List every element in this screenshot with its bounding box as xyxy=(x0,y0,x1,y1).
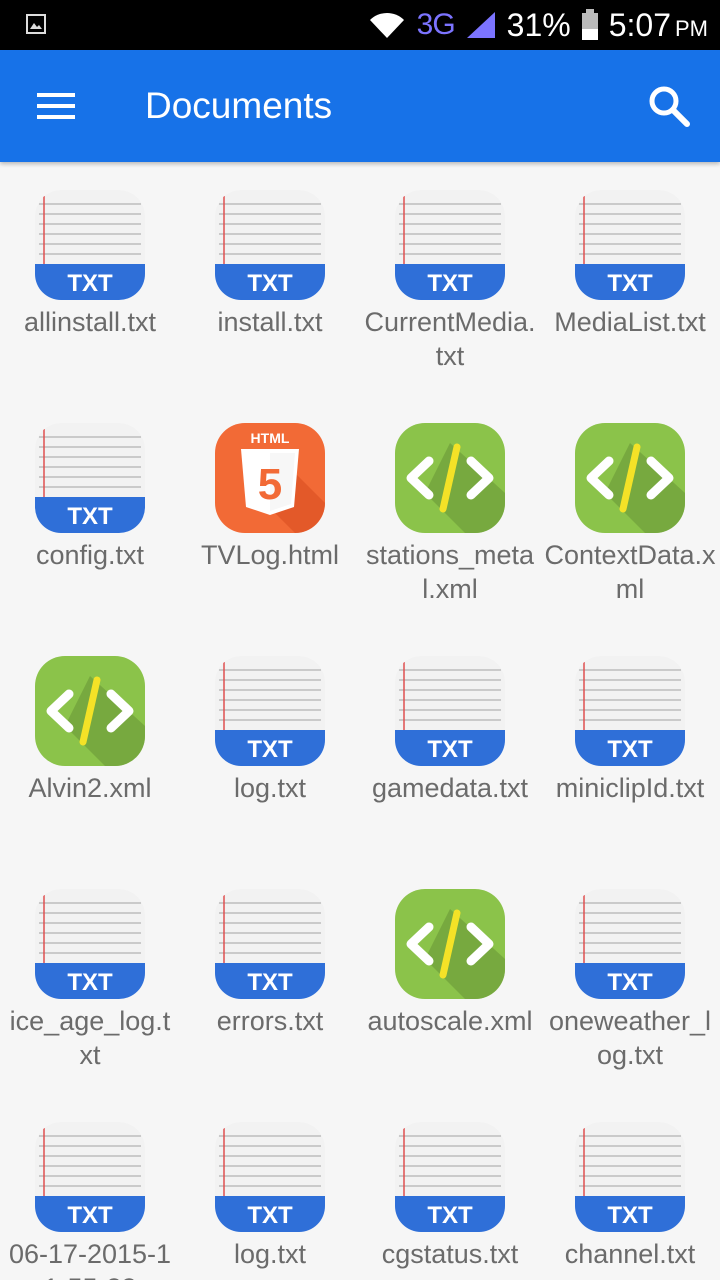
svg-text:TXT: TXT xyxy=(607,270,653,297)
file-name: ContextData.xml xyxy=(544,540,716,604)
file-item[interactable]: TXT config.txt xyxy=(0,395,180,628)
clock: 5:07 PM xyxy=(609,0,708,50)
svg-text:TXT: TXT xyxy=(67,270,113,297)
file-name: log.txt xyxy=(233,773,307,803)
svg-text:TXT: TXT xyxy=(67,969,113,996)
search-icon xyxy=(649,86,690,127)
txt-file-icon: TXT xyxy=(215,889,325,999)
battery-icon xyxy=(581,9,598,40)
svg-text:TXT: TXT xyxy=(607,736,653,763)
file-item[interactable]: TXT log.txt xyxy=(180,628,360,861)
file-name: autoscale.xml xyxy=(367,1006,533,1036)
file-item[interactable]: TXT 06-17-2015-11-55-33 xyxy=(0,1094,180,1280)
ampm-label: PM xyxy=(675,16,708,41)
file-name: ice_age_log.txt xyxy=(9,1006,171,1070)
file-item[interactable]: TXT ice_age_log.txt xyxy=(0,861,180,1094)
file-item[interactable]: ContextData.xml xyxy=(540,395,720,628)
svg-text:HTML: HTML xyxy=(251,430,290,446)
file-item[interactable]: TXT MediaList.txt xyxy=(540,162,720,395)
svg-text:TXT: TXT xyxy=(67,1202,113,1229)
file-name: CurrentMedia.txt xyxy=(364,307,536,371)
file-name: channel.txt xyxy=(564,1239,696,1269)
status-bar: 3G 31% 5:07 PM xyxy=(0,0,720,50)
file-name: MediaList.txt xyxy=(554,307,706,337)
file-item[interactable]: Alvin2.xml xyxy=(0,628,180,861)
file-name: allinstall.txt xyxy=(23,307,157,337)
file-name: stations_metal.xml xyxy=(365,540,535,604)
file-item[interactable]: HTML 5 TVLog.html xyxy=(180,395,360,628)
file-name: miniclipId.txt xyxy=(555,773,705,803)
page-title: Documents xyxy=(145,85,333,126)
file-item[interactable]: stations_metal.xml xyxy=(360,395,540,628)
txt-file-icon: TXT xyxy=(215,190,325,300)
file-item[interactable]: TXT gamedata.txt xyxy=(360,628,540,861)
file-item[interactable]: TXT allinstall.txt xyxy=(0,162,180,395)
battery-percent: 31% xyxy=(506,7,571,43)
txt-file-icon: TXT xyxy=(575,656,685,766)
svg-text:TXT: TXT xyxy=(247,1202,293,1229)
network-label: 3G xyxy=(416,8,456,41)
file-item[interactable]: TXT CurrentMedia.txt xyxy=(360,162,540,395)
txt-file-icon: TXT xyxy=(35,889,145,999)
file-item[interactable]: TXT install.txt xyxy=(180,162,360,395)
svg-text:5: 5 xyxy=(258,460,282,509)
file-name: install.txt xyxy=(217,307,323,337)
txt-file-icon: TXT xyxy=(575,190,685,300)
file-item[interactable]: autoscale.xml xyxy=(360,861,540,1094)
html-file-icon: HTML 5 xyxy=(215,423,325,533)
svg-text:TXT: TXT xyxy=(247,969,293,996)
file-item[interactable]: TXT cgstatus.txt xyxy=(360,1094,540,1280)
time-label: 5:07 xyxy=(608,7,671,43)
txt-file-icon: TXT xyxy=(395,656,505,766)
xml-file-icon xyxy=(35,656,145,766)
file-grid: TXT allinstall.txt TXT install.txt TXT Curren… xyxy=(0,162,720,1280)
svg-text:TXT: TXT xyxy=(427,736,473,763)
file-name: cgstatus.txt xyxy=(381,1239,519,1269)
file-name: config.txt xyxy=(35,540,145,570)
search-button[interactable] xyxy=(638,80,700,132)
txt-file-icon: TXT xyxy=(575,889,685,999)
xml-file-icon xyxy=(575,423,685,533)
file-name: log.txt xyxy=(233,1239,307,1269)
txt-file-icon: TXT xyxy=(395,1122,505,1232)
svg-text:TXT: TXT xyxy=(67,503,113,530)
signal-icon xyxy=(466,12,495,38)
file-item[interactable]: TXT oneweather_log.txt xyxy=(540,861,720,1094)
txt-file-icon: TXT xyxy=(575,1122,685,1232)
file-item[interactable]: TXT channel.txt xyxy=(540,1094,720,1280)
file-name: Alvin2.xml xyxy=(28,773,152,803)
svg-text:TXT: TXT xyxy=(607,1202,653,1229)
svg-text:TXT: TXT xyxy=(247,270,293,297)
svg-text:TXT: TXT xyxy=(427,270,473,297)
menu-button[interactable] xyxy=(28,82,84,130)
svg-text:TXT: TXT xyxy=(607,969,653,996)
txt-file-icon: TXT xyxy=(215,1122,325,1232)
status-right: 3G 31% 5:07 PM xyxy=(367,0,708,50)
svg-text:TXT: TXT xyxy=(247,736,293,763)
gallery-icon xyxy=(26,14,46,34)
file-name: 06-17-2015-11-55-33 xyxy=(8,1239,172,1280)
txt-file-icon: TXT xyxy=(35,423,145,533)
txt-file-icon: TXT xyxy=(395,190,505,300)
file-name: oneweather_log.txt xyxy=(548,1006,712,1070)
txt-file-icon: TXT xyxy=(215,656,325,766)
menu-icon xyxy=(37,93,75,119)
file-name: TVLog.html xyxy=(200,540,340,570)
txt-file-icon: TXT xyxy=(35,190,145,300)
file-item[interactable]: TXT miniclipId.txt xyxy=(540,628,720,861)
file-name: errors.txt xyxy=(216,1006,324,1036)
file-item[interactable]: TXT errors.txt xyxy=(180,861,360,1094)
txt-file-icon: TXT xyxy=(35,1122,145,1232)
svg-text:TXT: TXT xyxy=(427,1202,473,1229)
app-bar: Documents xyxy=(0,50,720,162)
file-name: gamedata.txt xyxy=(371,773,529,803)
xml-file-icon xyxy=(395,423,505,533)
xml-file-icon xyxy=(395,889,505,999)
file-item[interactable]: TXT log.txt xyxy=(180,1094,360,1280)
wifi-icon xyxy=(369,12,404,38)
